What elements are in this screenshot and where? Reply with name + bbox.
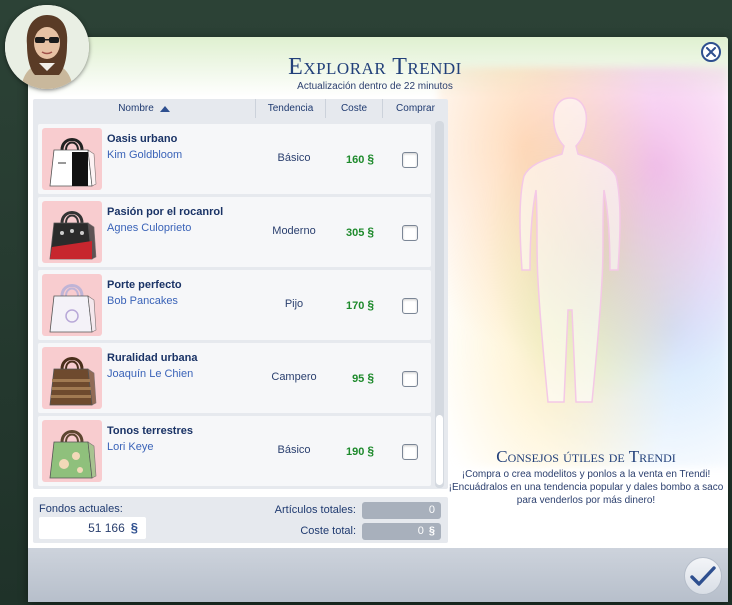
total-items-label: Artículos totales: — [274, 504, 356, 516]
tips-body: ¡Compra o crea modelitos y ponlos a la v… — [448, 469, 724, 506]
item-cost: 170 § — [328, 298, 374, 312]
close-button[interactable] — [701, 42, 721, 62]
shopping-bag-icon — [49, 211, 97, 260]
table-scrollbar[interactable] — [435, 121, 444, 488]
item-trend: Básico — [277, 444, 311, 456]
checkmark-icon — [690, 566, 716, 586]
item-trend: Moderno — [272, 225, 316, 237]
sim-avatar[interactable] — [5, 5, 89, 89]
buy-checkbox[interactable] — [402, 225, 418, 241]
table-row[interactable]: Tonos terrestres Lori Keye Básico 190 § — [38, 416, 431, 486]
item-cost: 190 § — [328, 444, 374, 458]
column-header-cost[interactable]: Coste — [326, 99, 383, 118]
item-author-link[interactable]: Agnes Culoprieto — [107, 222, 191, 234]
shopping-bag-icon — [49, 284, 97, 333]
column-header-buy-label: Comprar — [396, 103, 435, 114]
item-cost: 160 § — [328, 152, 374, 166]
table-row[interactable]: Oasis urbano Kim Goldbloom Básico 160 § — [38, 124, 431, 194]
item-author-link[interactable]: Bob Pancakes — [107, 295, 178, 307]
item-name: Porte perfecto — [107, 279, 182, 291]
column-header-trend-label: Tendencia — [267, 103, 314, 114]
total-cost-value: 0 § — [362, 523, 441, 540]
sim-portrait-icon — [5, 5, 89, 89]
funds-value: 51 166 — [88, 521, 125, 535]
item-name: Pasión por el rocanrol — [107, 206, 224, 218]
shopping-bag-icon — [49, 357, 97, 406]
bag-thumbnail — [42, 347, 102, 409]
simoleon-icon: § — [367, 298, 374, 312]
simoleon-icon: § — [130, 520, 138, 535]
item-trend: Campero — [271, 371, 317, 383]
simoleon-icon: § — [367, 371, 374, 385]
close-icon — [706, 47, 716, 57]
buy-checkbox[interactable] — [402, 371, 418, 387]
column-header-cost-label: Coste — [340, 103, 368, 114]
confirm-button[interactable] — [684, 557, 722, 595]
item-cost-value: 305 — [345, 227, 365, 239]
item-trend: Básico — [277, 152, 311, 164]
column-header-trend[interactable]: Tendencia — [256, 99, 326, 118]
shopping-bag-icon — [49, 430, 97, 479]
item-cost: 305 § — [328, 225, 374, 239]
page-title: Explorar Trendi — [288, 54, 462, 80]
item-name: Tonos terrestres — [107, 425, 193, 437]
item-cost-value: 95 — [352, 373, 365, 385]
item-name: Ruralidad urbana — [107, 352, 198, 364]
mannequin-illustration — [519, 97, 621, 403]
bag-thumbnail — [42, 274, 102, 336]
bag-thumbnail — [42, 420, 102, 482]
total-cost-label: Coste total: — [300, 525, 356, 537]
funds-display: 51 166 § — [39, 517, 146, 539]
scrollbar-thumb[interactable] — [436, 415, 443, 485]
total-cost-number: 0 — [417, 525, 424, 537]
item-cost-value: 170 — [345, 300, 365, 312]
table-row[interactable]: Porte perfecto Bob Pancakes Pijo 170 § — [38, 270, 431, 340]
simoleon-icon: § — [367, 444, 374, 458]
refresh-timer-text: Actualización dentro de 22 minutos — [297, 81, 453, 92]
tips-heading: Consejos útiles de Trendi — [496, 447, 676, 466]
item-name: Oasis urbano — [107, 133, 178, 145]
column-header-buy[interactable]: Comprar — [383, 99, 448, 118]
buy-checkbox[interactable] — [402, 152, 418, 168]
simoleon-icon: § — [428, 525, 435, 537]
simoleon-icon: § — [367, 152, 374, 166]
shopping-bag-icon — [49, 138, 97, 187]
item-cost-value: 190 — [345, 446, 365, 458]
item-trend: Pijo — [284, 298, 304, 310]
item-cost: 95 § — [328, 371, 374, 385]
bag-thumbnail — [42, 201, 102, 263]
bag-thumbnail — [42, 128, 102, 190]
item-cost-value: 160 — [345, 154, 365, 166]
column-header-name[interactable]: Nombre — [33, 99, 256, 118]
simoleon-icon: § — [367, 225, 374, 239]
item-author-link[interactable]: Lori Keye — [107, 441, 153, 453]
sort-ascending-icon — [159, 105, 170, 112]
dialog-footer-bar — [28, 548, 728, 602]
total-items-value: 0 — [362, 502, 441, 519]
column-header-name-label: Nombre — [118, 103, 154, 114]
item-author-link[interactable]: Kim Goldbloom — [107, 149, 182, 161]
buy-checkbox[interactable] — [402, 298, 418, 314]
table-row[interactable]: Pasión por el rocanrol Agnes Culoprieto … — [38, 197, 431, 267]
funds-label: Fondos actuales: — [39, 503, 123, 515]
item-author-link[interactable]: Joaquín Le Chien — [107, 368, 193, 380]
table-row[interactable]: Ruralidad urbana Joaquín Le Chien Camper… — [38, 343, 431, 413]
buy-checkbox[interactable] — [402, 444, 418, 460]
